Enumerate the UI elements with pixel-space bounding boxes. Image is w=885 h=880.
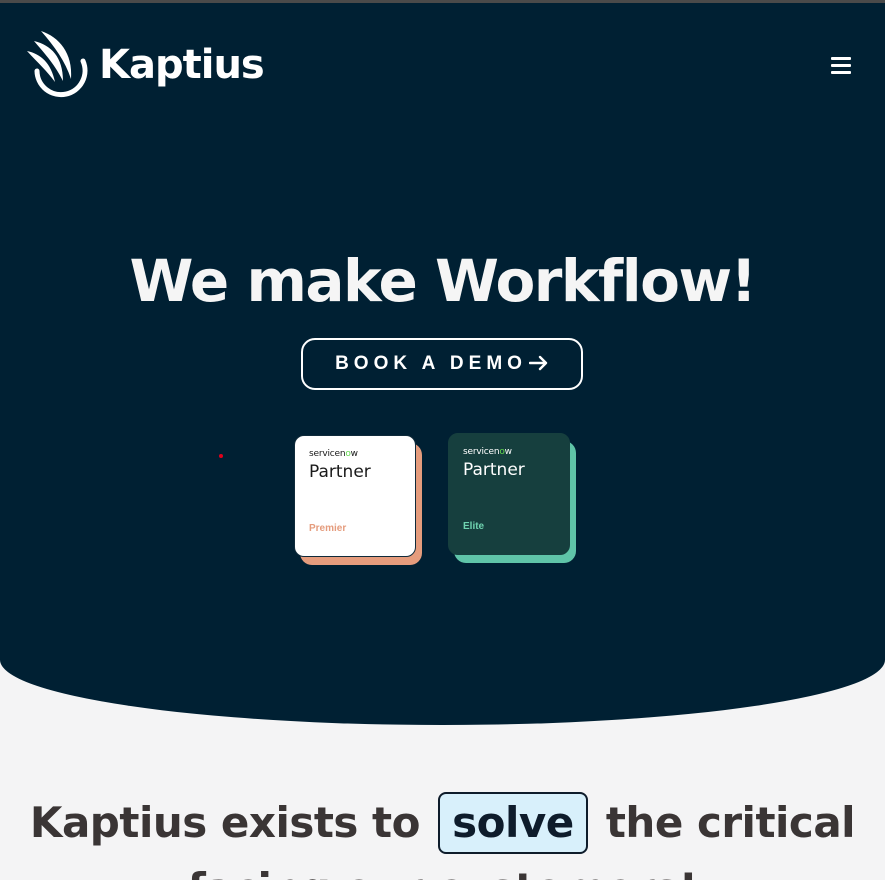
badge-card: servicenow Partner Premier: [294, 435, 416, 557]
hero-section: Kaptius We make Workflow! BOOK A DEMO se…: [0, 0, 885, 725]
arrow-right-icon: [528, 353, 549, 375]
hamburger-menu-button[interactable]: [823, 47, 859, 83]
hero-title: We make Workflow!: [129, 247, 757, 315]
badge-tier: Elite: [463, 521, 485, 532]
servicenow-logo-text: servicenow: [463, 447, 512, 457]
book-demo-label: BOOK A DEMO: [335, 353, 527, 374]
brand-name: Kaptius: [99, 42, 265, 88]
book-demo-button[interactable]: BOOK A DEMO: [301, 338, 583, 390]
hamburger-menu-icon: [831, 56, 851, 74]
badge-title: Partner: [463, 460, 525, 480]
servicenow-premier-partner-badge: servicenow Partner Premier: [294, 435, 424, 565]
mission-text-after: the critical: [605, 798, 856, 847]
mission-text-line2: facing our customers!: [188, 864, 698, 880]
mission-highlight: solve: [438, 792, 588, 854]
badge-tier: Premier: [309, 523, 347, 534]
mission-text-before: Kaptius exists to: [29, 798, 421, 847]
page: Kaptius We make Workflow! BOOK A DEMO se…: [0, 0, 885, 880]
brand-logo-link[interactable]: Kaptius: [25, 27, 265, 99]
cursor-dot: [219, 454, 223, 458]
kaptius-leaf-icon: [27, 31, 88, 98]
window-top-rule: [0, 0, 885, 3]
badge-card: servicenow Partner Elite: [448, 433, 570, 555]
badge-title: Partner: [309, 462, 371, 482]
servicenow-logo-text: servicenow: [309, 449, 358, 459]
mission-statement: Kaptius exists to solve the critical fac…: [0, 790, 885, 880]
servicenow-elite-partner-badge: servicenow Partner Elite: [448, 433, 578, 563]
